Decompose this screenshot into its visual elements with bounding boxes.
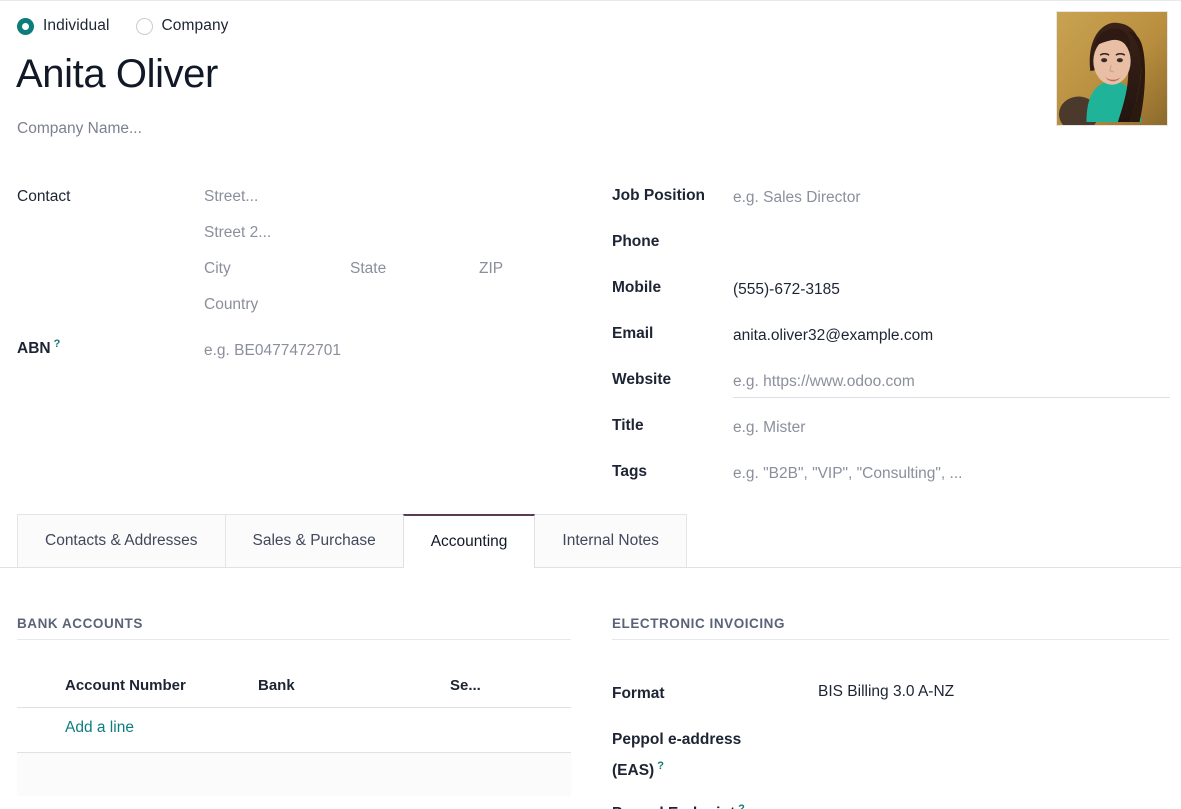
field-abn-label: ABN ? [17,338,60,360]
street2-input[interactable]: Street 2... [204,222,271,244]
radio-label-company: Company [161,17,229,34]
abn-input[interactable]: e.g. BE0477472701 [204,340,341,362]
avatar[interactable] [1056,11,1168,126]
mobile-input[interactable]: (555)-672-3185 [733,279,840,301]
contact-type-radio-group[interactable]: Individual Company [17,15,229,37]
label-peppol-eas-text: Peppol e-address (EAS) [612,731,742,780]
tab-bar: Contacts & Addresses Sales & Purchase Ac… [0,514,1181,568]
city-input[interactable]: City [204,258,231,280]
field-street2[interactable]: Street 2... [204,222,271,244]
label-title: Title [612,417,644,434]
table-row-add[interactable]: Add a line [17,708,571,753]
field-state[interactable]: State [350,258,386,280]
label-abn: ABN [17,340,51,357]
contact-form-view: Individual Company Anita Oliver Company … [0,0,1181,809]
label-tags: Tags [612,463,648,480]
column-header-account-number: Account Number [65,677,186,694]
title-input[interactable]: e.g. Mister [733,417,805,439]
label-website: Website [612,371,672,388]
label-peppol-endpoint-text: Peppol Endpoint [612,805,735,809]
tags-input[interactable]: e.g. "B2B", "VIP", "Consulting", ... [733,463,962,485]
radio-option-individual[interactable]: Individual [17,17,110,35]
radio-unselected-icon[interactable] [135,17,153,35]
radio-selected-icon[interactable] [17,17,34,35]
label-format: Format [612,685,665,702]
table-header-row: Account Number Bank Se... [17,667,571,708]
table-footer-row [17,753,571,796]
email-input[interactable]: anita.oliver32@example.com [733,325,933,347]
field-street[interactable]: Street... [204,186,258,208]
tab-contacts-addresses[interactable]: Contacts & Addresses [17,514,226,567]
website-input[interactable]: e.g. https://www.odoo.com [733,371,1170,398]
avatar-photo [1057,12,1167,125]
help-icon-peppol-endpoint[interactable]: ? [738,803,745,809]
state-input[interactable]: State [350,258,386,280]
format-value[interactable]: BIS Billing 3.0 A-NZ [818,683,954,701]
street-input[interactable]: Street... [204,186,258,208]
help-icon-peppol-eas[interactable]: ? [657,760,664,772]
label-mobile: Mobile [612,279,662,296]
field-zip[interactable]: ZIP [479,258,503,280]
bank-accounts-section: Bank Accounts Account Number Bank Se... … [17,616,571,796]
section-title-bank-accounts: Bank Accounts [17,616,571,640]
radio-option-company[interactable]: Company [135,17,229,35]
tab-label: Sales & Purchase [252,532,376,549]
tab-label: Accounting [430,533,508,550]
label-email: Email [612,325,654,342]
field-country[interactable]: Country [204,294,258,316]
column-header-bank: Bank [258,677,295,694]
help-icon-abn[interactable]: ? [54,338,61,350]
label-peppol-endpoint: Peppol Endpoint? [612,796,745,809]
tab-internal-notes[interactable]: Internal Notes [534,514,687,567]
country-input[interactable]: Country [204,294,258,316]
tab-sales-purchase[interactable]: Sales & Purchase [224,514,404,567]
company-name-input[interactable]: Company Name... [17,120,142,138]
label-phone: Phone [612,233,660,250]
add-a-line-button[interactable]: Add a line [65,719,134,737]
tab-accounting[interactable]: Accounting [402,514,536,568]
radio-label-individual: Individual [43,17,110,34]
page-title[interactable]: Anita Oliver [16,48,218,100]
job-position-input[interactable]: e.g. Sales Director [733,187,861,209]
field-contact-label: Contact [17,186,70,208]
tab-list: Contacts & Addresses Sales & Purchase Ac… [17,514,687,568]
zip-input[interactable]: ZIP [479,258,503,280]
tab-label: Contacts & Addresses [45,532,198,549]
field-city[interactable]: City [204,258,231,280]
section-title-electronic-invoicing: Electronic Invoicing [612,616,1169,640]
label-contact: Contact [17,188,71,205]
column-header-send-money: Se... [450,677,481,694]
bank-accounts-table: Account Number Bank Se... Add a line [17,667,571,796]
field-abn-value[interactable]: e.g. BE0477472701 [204,340,341,362]
label-job-position: Job Position [612,187,705,204]
tab-label: Internal Notes [562,532,659,549]
electronic-invoicing-section: Electronic Invoicing Format BIS Billing … [612,616,1169,809]
label-peppol-eas: Peppol e-address (EAS)? [612,727,792,784]
